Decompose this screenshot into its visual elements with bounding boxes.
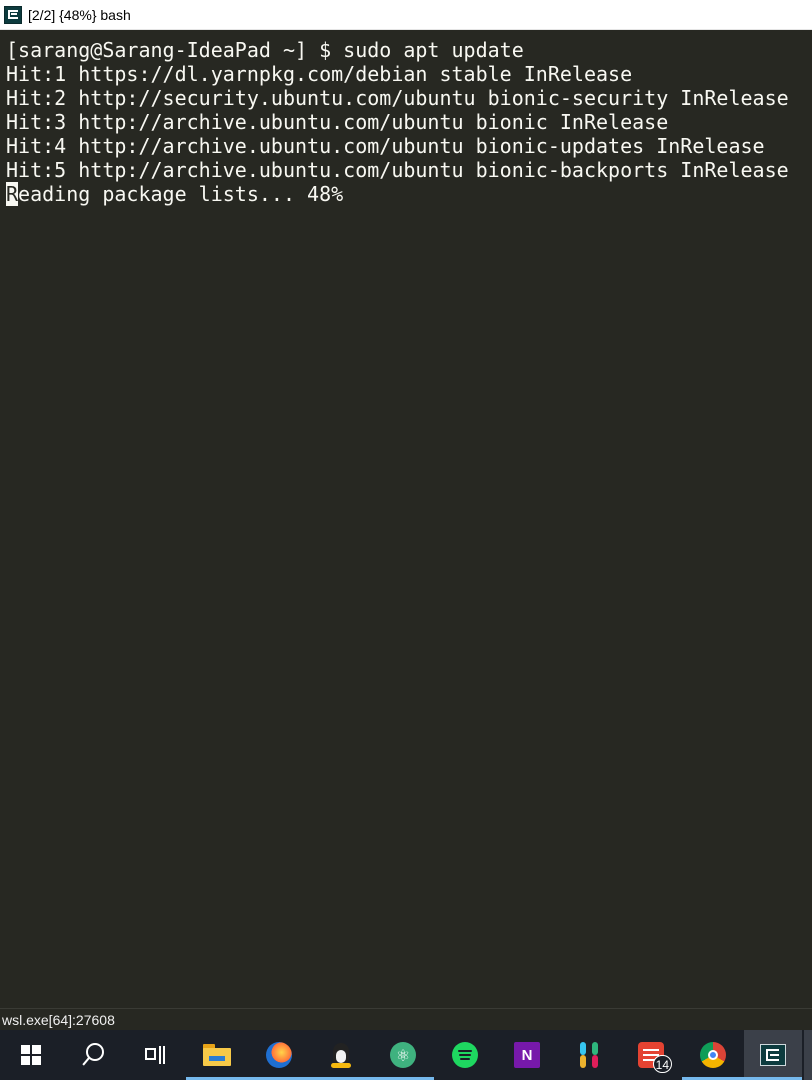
taskbar-file-explorer[interactable] xyxy=(186,1030,248,1080)
taskbar-slack[interactable] xyxy=(558,1030,620,1080)
terminal-output[interactable]: [sarang@Sarang-IdeaPad ~] $ sudo apt upd… xyxy=(0,30,812,1008)
linux-penguin-icon xyxy=(330,1041,352,1069)
task-view-button[interactable] xyxy=(124,1030,186,1080)
terminal-line: Hit:1 https://dl.yarnpkg.com/debian stab… xyxy=(6,62,633,86)
slack-icon xyxy=(576,1042,602,1068)
search-icon xyxy=(86,1043,104,1061)
terminal-line: Hit:2 http://security.ubuntu.com/ubuntu … xyxy=(6,86,789,110)
taskbar-todoist[interactable]: 14 xyxy=(620,1030,682,1080)
taskbar-terminal[interactable] xyxy=(744,1030,802,1080)
windows-start-icon xyxy=(21,1045,41,1065)
spotify-icon xyxy=(452,1042,478,1068)
terminal-line: [sarang@Sarang-IdeaPad ~] $ sudo apt upd… xyxy=(6,38,524,62)
start-button[interactable] xyxy=(0,1030,62,1080)
taskbar-firefox[interactable] xyxy=(248,1030,310,1080)
terminal-app-icon xyxy=(760,1044,786,1066)
show-desktop-button[interactable] xyxy=(804,1030,812,1080)
windows-taskbar: ⚛ N 14 xyxy=(0,1030,812,1080)
terminal-line: Hit:5 http://archive.ubuntu.com/ubuntu b… xyxy=(6,158,789,182)
status-bar: wsl.exe[64]:27608 xyxy=(0,1008,812,1030)
taskbar-spotify[interactable] xyxy=(434,1030,496,1080)
atom-icon: ⚛ xyxy=(390,1042,416,1068)
terminal-app-icon xyxy=(4,5,22,24)
terminal-current-line: Reading package lists... 48% xyxy=(6,182,812,206)
firefox-icon xyxy=(266,1042,292,1068)
task-view-icon xyxy=(145,1046,165,1064)
terminal-progress-text: eading package lists... 48% xyxy=(18,182,344,206)
taskbar-linux[interactable] xyxy=(310,1030,372,1080)
status-process-text: wsl.exe[64]:27608 xyxy=(2,1012,115,1028)
search-button[interactable] xyxy=(62,1030,124,1080)
taskbar-atom[interactable]: ⚛ xyxy=(372,1030,434,1080)
folder-icon xyxy=(203,1044,231,1066)
window-titlebar[interactable]: [2/2] {48%} bash xyxy=(0,0,812,30)
taskbar-onenote[interactable]: N xyxy=(496,1030,558,1080)
onenote-icon: N xyxy=(514,1042,540,1068)
taskbar-chrome[interactable] xyxy=(682,1030,744,1080)
window-title: [2/2] {48%} bash xyxy=(28,6,131,23)
terminal-line: Hit:4 http://archive.ubuntu.com/ubuntu b… xyxy=(6,134,765,158)
notification-badge: 14 xyxy=(652,1055,672,1073)
terminal-line: Hit:3 http://archive.ubuntu.com/ubuntu b… xyxy=(6,110,669,134)
chrome-icon xyxy=(700,1042,726,1068)
terminal-cursor: R xyxy=(6,182,19,206)
